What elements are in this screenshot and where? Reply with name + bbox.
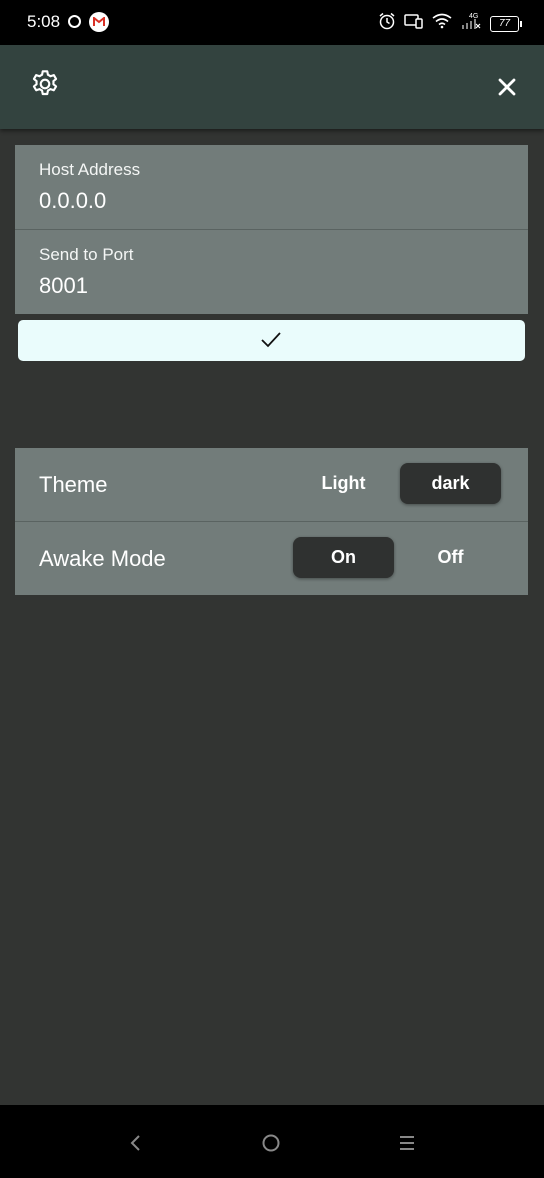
send-port-label: Send to Port [39,245,134,264]
confirm-button[interactable] [18,320,525,361]
devices-icon [404,13,424,34]
checkmark-icon [261,332,281,348]
host-address-label: Host Address [39,160,141,179]
awake-mode-label: Awake Mode [39,546,166,571]
send-port-input[interactable]: 8001 [39,273,499,299]
gear-icon[interactable] [29,68,61,100]
awake-off-option[interactable]: Off [400,537,501,578]
status-time: 5:08 [27,12,61,31]
svg-text:4G: 4G [469,13,478,20]
navigation-bar [0,1105,544,1178]
host-address-input[interactable]: 0.0.0.0 [39,188,499,214]
battery-icon: 77 [490,15,522,32]
theme-dark-option[interactable]: dark [400,463,501,504]
signal-4g-icon: 4G [460,12,482,35]
status-bar: 5:08 4G 77 [0,0,544,45]
back-icon[interactable] [122,1129,150,1157]
theme-light-option[interactable]: Light [293,463,394,504]
host-address-field[interactable]: Host Address 0.0.0.0 [15,145,528,229]
wifi-icon [432,13,452,34]
alarm-icon [378,12,396,35]
close-icon[interactable] [494,74,520,100]
recents-icon[interactable] [393,1129,421,1157]
send-port-field[interactable]: Send to Port 8001 [15,230,528,314]
connection-card: Host Address 0.0.0.0 Send to Port 8001 [15,145,528,314]
theme-row: Theme Light dark [15,448,528,521]
theme-label: Theme [39,472,108,497]
settings-card: Theme Light dark Awake Mode On Off [15,448,528,595]
home-icon[interactable] [257,1129,285,1157]
status-icons: 4G 77 [378,12,522,35]
circle-dot-icon [68,15,81,28]
awake-on-option[interactable]: On [293,537,394,578]
awake-mode-row: Awake Mode On Off [15,522,528,595]
app-bar [0,45,544,129]
gmail-icon [89,12,109,32]
